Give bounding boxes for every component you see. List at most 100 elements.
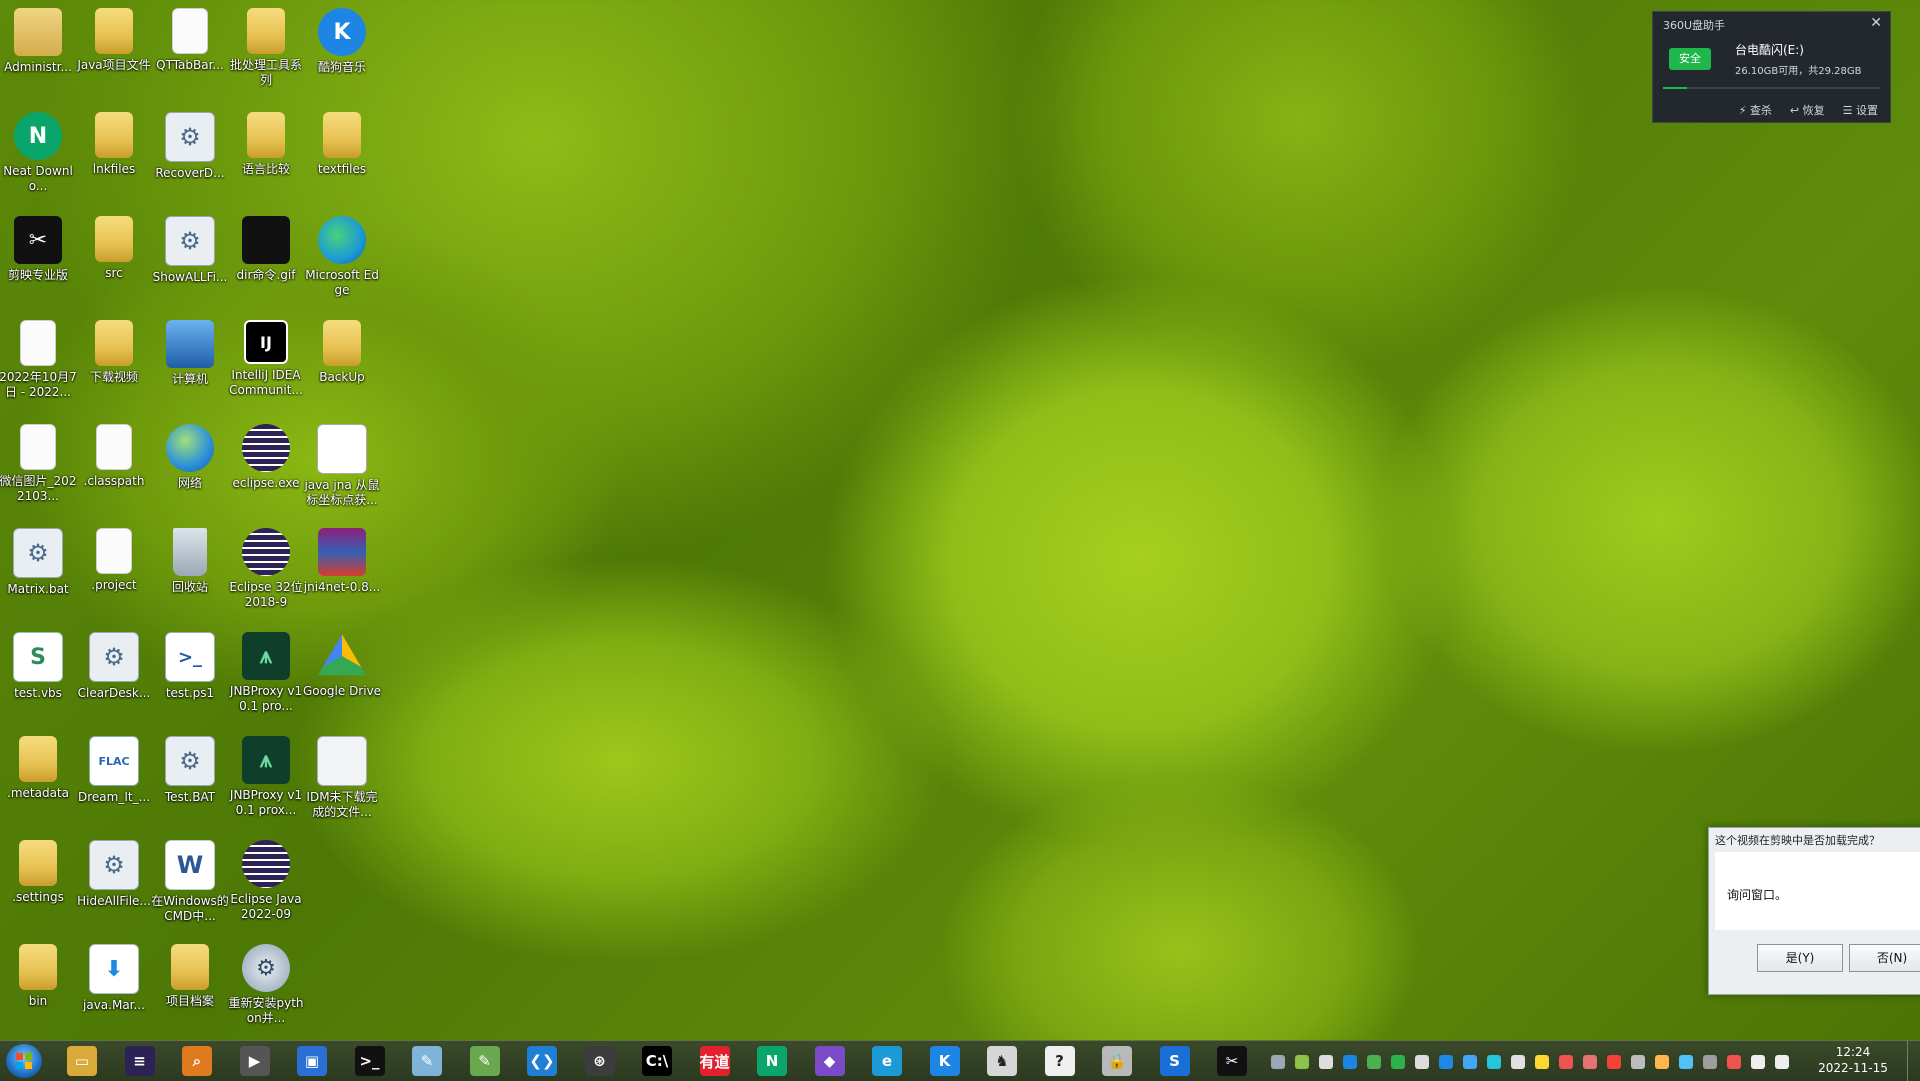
start-button[interactable] — [6, 1044, 42, 1078]
desktop-icon[interactable]: >_ test.ps1 — [153, 630, 227, 732]
desktop-icon[interactable]: 网络 — [153, 422, 227, 524]
desktop-icon[interactable]: ⚙ RecoverD... — [153, 110, 227, 212]
desktop-icon[interactable]: 回收站 — [153, 526, 227, 628]
desktop-icon[interactable]: ⚙ HideAllFile... — [77, 838, 151, 940]
taskbar-app-button[interactable]: N — [746, 1043, 798, 1079]
desktop-icon[interactable]: src — [77, 214, 151, 316]
chat-tray-icon[interactable] — [1463, 1055, 1477, 1069]
desktop-icon[interactable]: QTTabBar... — [153, 6, 227, 108]
taskbar-app-button[interactable]: ≡ — [114, 1043, 166, 1079]
signal-tray-icon[interactable] — [1775, 1055, 1789, 1069]
mail-tray-icon[interactable] — [1559, 1055, 1573, 1069]
confirm-dialog[interactable]: 这个视频在剪映中是否加载完成？ 询问窗口。 是(Y) 否(N) — [1708, 827, 1920, 995]
desktop-icon[interactable]: Eclipse 32位 2018-9 — [229, 526, 303, 628]
desktop-icon[interactable]: .project — [77, 526, 151, 628]
usb-helper-widget[interactable]: 360U盘助手 ✕ 安全 台电酷闪(E:) 26.10GB可用，共29.28GB… — [1652, 11, 1891, 123]
taskbar-app-button[interactable]: 🔒 — [1091, 1043, 1143, 1079]
desktop-icon[interactable]: .classpath — [77, 422, 151, 524]
app-tray-icon[interactable] — [1367, 1055, 1381, 1069]
taskbar-app-button[interactable]: ◆ — [804, 1043, 856, 1079]
desktop-icon[interactable]: ⩚ JNBProxy v10.1 prox... — [229, 734, 303, 836]
sync-tray-icon[interactable] — [1679, 1055, 1693, 1069]
desktop-icon[interactable]: 计算机 — [153, 318, 227, 420]
taskbar-app-button[interactable]: ✎ — [401, 1043, 453, 1079]
desktop-icon[interactable]: Eclipse Java 2022-09 — [229, 838, 303, 940]
desktop-icon[interactable]: ✂ 剪映专业版 — [1, 214, 75, 316]
taskbar-app-button[interactable]: ? — [1034, 1043, 1086, 1079]
keyboard-tray-icon[interactable] — [1271, 1055, 1285, 1069]
taskbar-app-button[interactable]: C:\ — [631, 1043, 683, 1079]
show-desktop-button[interactable] — [1907, 1041, 1920, 1081]
taskbar-app-button[interactable]: >_ — [344, 1043, 396, 1079]
desktop-icon[interactable]: ⚙ Matrix.bat — [1, 526, 75, 628]
desktop-icon[interactable]: eclipse.exe — [229, 422, 303, 524]
qq-tray-icon[interactable] — [1439, 1055, 1453, 1069]
kugou-tray-icon[interactable] — [1343, 1055, 1357, 1069]
clock[interactable]: 12:24 2022-11-15 — [1818, 1044, 1888, 1076]
desktop-icon[interactable]: lnkfiles — [77, 110, 151, 212]
desktop-icon[interactable]: textfiles — [305, 110, 379, 212]
desktop-icon[interactable]: 语言比较 — [229, 110, 303, 212]
yes-button[interactable]: 是(Y) — [1757, 944, 1843, 972]
battery-tray-icon[interactable] — [1295, 1055, 1309, 1069]
close-icon[interactable]: ✕ — [1870, 15, 1882, 31]
desktop-icon[interactable]: ⚙ 重新安装python并... — [228, 942, 304, 1044]
desktop-icon[interactable]: Java项目文件 — [77, 6, 151, 108]
taskbar-app-button[interactable]: ✂ — [1206, 1043, 1258, 1079]
taskbar-app-button[interactable]: ❮❯ — [516, 1043, 568, 1079]
taskbar-app-button[interactable]: ⌕ — [171, 1043, 223, 1079]
speaker-mute-tray-icon[interactable] — [1727, 1055, 1741, 1069]
desktop-icon[interactable]: ⚙ Test.BAT — [153, 734, 227, 836]
taskbar-app-button[interactable]: ▭ — [56, 1043, 108, 1079]
java-tray-icon[interactable] — [1583, 1055, 1597, 1069]
search-tray-icon[interactable] — [1655, 1055, 1669, 1069]
desktop-icon[interactable]: java jna 从鼠标坐标点获... — [304, 422, 380, 524]
no-button[interactable]: 否(N) — [1849, 944, 1920, 972]
telegram-tray-icon[interactable] — [1511, 1055, 1525, 1069]
desktop-icon[interactable]: ⩚ JNBProxy v10.1 pro... — [229, 630, 303, 732]
desktop-icon[interactable]: Google Drive — [303, 630, 381, 732]
desktop-icon[interactable]: bin — [1, 942, 75, 1044]
desktop-icon[interactable]: 微信图片_2022103... — [0, 422, 76, 524]
desktop-icon[interactable]: 批处理工具系列 — [229, 6, 303, 108]
bluetooth-tray-icon[interactable] — [1319, 1055, 1333, 1069]
desktop-icon[interactable]: N Neat Downlo... — [1, 110, 75, 212]
desktop-icon[interactable]: Microsoft Edge — [305, 214, 379, 316]
settings-button[interactable]: ☰ 设置 — [1843, 102, 1878, 122]
desktop-icon[interactable]: Administr... — [1, 6, 75, 108]
desktop-icon[interactable]: 项目档案 — [153, 942, 227, 1044]
taskbar-app-button[interactable]: ⊛ — [574, 1043, 626, 1079]
taskbar-app-button[interactable]: ▶ — [229, 1043, 281, 1079]
taskbar-app-button[interactable]: ♞ — [976, 1043, 1028, 1079]
volume-tray-icon[interactable] — [1751, 1055, 1765, 1069]
desktop-icon[interactable]: 2022年10月7日 - 2022... — [0, 318, 77, 420]
flag-tray-icon[interactable] — [1703, 1055, 1717, 1069]
taskbar-app-button[interactable]: ✎ — [459, 1043, 511, 1079]
taskbar-app-button[interactable]: K — [919, 1043, 971, 1079]
desktop-icon[interactable]: jni4net-0.8... — [304, 526, 380, 628]
desktop-icon[interactable]: FLAC Dream_It_... — [77, 734, 151, 836]
update-tray-icon[interactable] — [1535, 1055, 1549, 1069]
desktop-icon[interactable]: BackUp — [305, 318, 379, 420]
desktop-icon[interactable]: K 酷狗音乐 — [305, 6, 379, 108]
taskbar-app-button[interactable]: e — [861, 1043, 913, 1079]
desktop-icon[interactable]: ⚙ ShowALLFi... — [153, 214, 227, 316]
edge-tray-icon[interactable] — [1487, 1055, 1501, 1069]
desktop-icon[interactable]: ⬇ java.Mar... — [77, 942, 151, 1044]
desktop-icon[interactable]: W 在Windows的CMD中... — [151, 838, 229, 940]
taskbar-app-button[interactable]: 有道 — [689, 1043, 741, 1079]
desktop-icon[interactable]: .settings — [1, 838, 75, 940]
scan-button[interactable]: ⚡ 查杀 — [1739, 102, 1772, 122]
desktop-icon[interactable]: ⚙ ClearDesk... — [77, 630, 151, 732]
usb-tray-icon[interactable] — [1415, 1055, 1429, 1069]
desktop-icon[interactable]: Stest.vbs — [1, 630, 75, 732]
360-tray-icon[interactable] — [1391, 1055, 1405, 1069]
restore-button[interactable]: ↩ 恢复 — [1790, 102, 1825, 122]
desktop-icon[interactable]: IJ IntelliJ IDEA Communit... — [229, 318, 303, 420]
desktop-icon[interactable]: 下载视频 — [77, 318, 151, 420]
shield-tray-icon[interactable] — [1607, 1055, 1621, 1069]
tool-tray-icon[interactable] — [1631, 1055, 1645, 1069]
desktop-icon[interactable]: dir命令.gif — [229, 214, 303, 316]
taskbar-app-button[interactable]: S — [1149, 1043, 1201, 1079]
desktop-icon[interactable]: IDM未下载完成的文件... — [305, 734, 379, 836]
